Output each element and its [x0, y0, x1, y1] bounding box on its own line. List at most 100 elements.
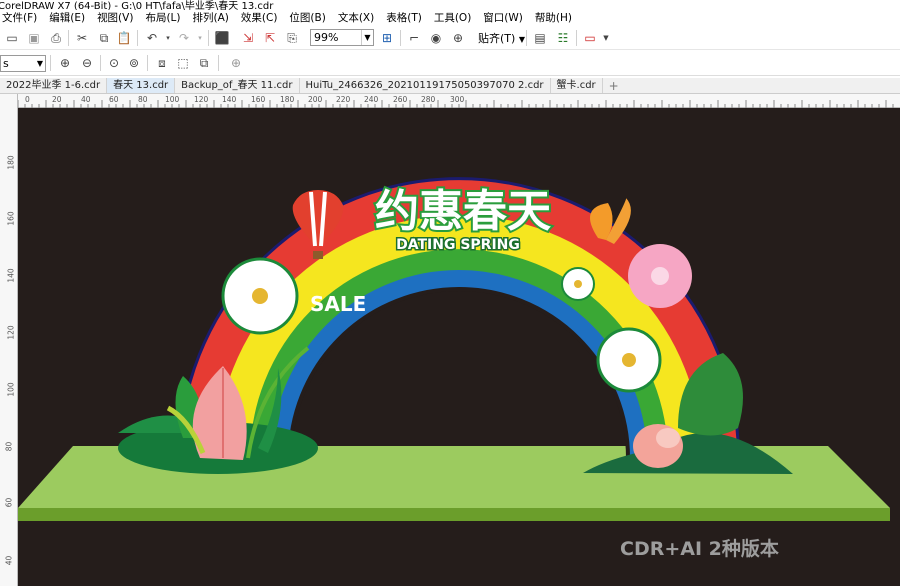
daisy-right — [596, 327, 662, 393]
menu-layout[interactable]: 布局(L) — [139, 10, 186, 26]
publish-pdf-icon[interactable]: ⎘ — [284, 30, 300, 46]
ruler-label: 100 — [6, 382, 16, 397]
page-size-value: s — [3, 57, 9, 70]
tab-backup-spring-11[interactable]: Backup_of_春天 11.cdr — [175, 78, 300, 93]
menu-tools[interactable]: 工具(O) — [428, 10, 477, 26]
document-tabs: 2022毕业季 1-6.cdr 春天 13.cdr Backup_of_春天 1… — [0, 78, 900, 94]
menu-window[interactable]: 窗口(W) — [477, 10, 529, 26]
menu-view[interactable]: 视图(V) — [91, 10, 139, 26]
undo-dropdown-icon[interactable]: ▾ — [160, 30, 176, 46]
undo-icon[interactable]: ↶ — [144, 30, 160, 46]
daisy-center — [252, 288, 268, 304]
toolbar-divider — [137, 30, 138, 46]
full-screen-preview-icon[interactable]: ⊞ — [379, 30, 395, 46]
horizontal-ruler-ticks — [18, 100, 894, 108]
toolbar-divider — [100, 55, 101, 71]
application-launcher-icon[interactable]: ▭ — [582, 30, 598, 46]
ground-edge — [18, 508, 890, 521]
show-rulers-icon[interactable]: ⌐ — [406, 30, 422, 46]
print-icon[interactable]: ⎙ — [48, 30, 64, 46]
property-bar: s ▼ ⊕ ⊖ ⊙ ⊚ ⧈ ⬚ ⧉ ⊕ — [0, 50, 900, 76]
zoom-level-select[interactable]: 99% ▼ — [310, 29, 374, 46]
chevron-down-icon[interactable]: ▼ — [598, 30, 614, 46]
open-icon[interactable]: ▭ — [4, 30, 20, 46]
sale-text: SALE — [310, 292, 366, 316]
ruler-label: 80 — [4, 441, 14, 452]
zoom-level-value: 99% — [314, 31, 339, 44]
zoom-to-all-objects-icon[interactable]: ⊚ — [126, 55, 142, 71]
tab-huitu[interactable]: HuiTu_2466326_20210119175050397070 2.cdr — [300, 78, 551, 93]
window-title: CorelDRAW X7 (64-Bit) - G:\0 HT\fafa\毕业季… — [0, 1, 274, 10]
copy-icon[interactable]: ⧉ — [96, 30, 112, 46]
zoom-to-selected-icon[interactable]: ⊙ — [106, 55, 122, 71]
cherry-blossom — [628, 244, 692, 308]
options-icon[interactable]: ☷ — [555, 30, 571, 46]
toolbar-divider — [50, 55, 51, 71]
show-grid-icon[interactable]: ◉ — [428, 30, 444, 46]
show-guidelines-icon[interactable]: ⊕ — [450, 30, 466, 46]
watermark-text: CDR+AI 2种版本 — [620, 538, 779, 560]
standard-toolbar: ▭ ▣ ⎙ ✂ ⧉ 📋 ↶ ▾ ↷ ▾ ⬛ ⇲ ⇱ ⎘ 99% ▼ ⊞ ⌐ ◉ … — [0, 26, 900, 50]
headline-text: 约惠春天 — [375, 186, 551, 237]
menu-bar: 文件(F) 编辑(E) 视图(V) 布局(L) 排列(A) 效果(C) 位图(B… — [0, 10, 900, 26]
chevron-down-icon: ▼ — [518, 35, 525, 44]
import-icon[interactable]: ⇲ — [240, 30, 256, 46]
vertical-ruler[interactable]: 180 160 140 120 100 80 60 40 — [0, 94, 18, 586]
ruler-label: 180 — [6, 155, 16, 170]
zoom-to-page-height-icon[interactable]: ⧉ — [196, 55, 212, 71]
tab-2022-graduation[interactable]: 2022毕业季 1-6.cdr — [0, 78, 108, 93]
welcome-screen-icon[interactable]: ▤ — [532, 30, 548, 46]
toolbar-divider — [526, 30, 527, 46]
chevron-down-icon: ▼ — [36, 59, 43, 68]
menu-text[interactable]: 文本(X) — [332, 10, 380, 26]
toolbar-divider — [576, 30, 577, 46]
menu-effects[interactable]: 效果(C) — [235, 10, 284, 26]
tab-spring-13[interactable]: 春天 13.cdr — [107, 78, 176, 93]
ruler-label: 120 — [6, 325, 16, 340]
ruler-label: 160 — [6, 211, 16, 226]
daisy-center — [622, 353, 636, 367]
redo-dropdown-icon[interactable]: ▾ — [192, 30, 208, 46]
menu-table[interactable]: 表格(T) — [380, 10, 428, 26]
toolbar-divider — [147, 55, 148, 71]
window-title-bar: CorelDRAW X7 (64-Bit) - G:\0 HT\fafa\毕业季… — [0, 0, 900, 10]
snap-to-dropdown[interactable]: 贴齐(T) ▼ — [478, 30, 525, 46]
daisy-center — [574, 280, 582, 288]
chevron-down-icon: ▼ — [361, 30, 373, 45]
paste-icon[interactable]: 📋 — [116, 30, 132, 46]
menu-bitmaps[interactable]: 位图(B) — [283, 10, 331, 26]
new-tab-button[interactable]: + — [603, 78, 625, 93]
toolbar-divider — [208, 30, 209, 46]
daisy-large-left — [221, 257, 299, 335]
snap-to-label: 贴齐(T) — [478, 32, 516, 45]
ruler-label: 140 — [6, 268, 16, 283]
toolbar-divider — [400, 30, 401, 46]
artwork: 约惠春天 DATING SPRING SALE — [18, 177, 890, 521]
search-content-icon[interactable]: ⬛ — [214, 30, 230, 46]
balloon-basket — [313, 251, 323, 259]
add-plus-icon[interactable]: ⊕ — [228, 55, 244, 71]
menu-edit[interactable]: 编辑(E) — [43, 10, 91, 26]
tab-crab-card[interactable]: 蟹卡.cdr — [551, 78, 603, 93]
zoom-to-page-icon[interactable]: ⧈ — [154, 55, 170, 71]
peach-highlight — [656, 428, 680, 448]
menu-arrange[interactable]: 排列(A) — [187, 10, 235, 26]
subheadline-text: DATING SPRING — [396, 237, 520, 253]
export-icon[interactable]: ⇱ — [262, 30, 278, 46]
redo-icon[interactable]: ↷ — [176, 30, 192, 46]
cut-icon[interactable]: ✂ — [74, 30, 90, 46]
save-icon[interactable]: ▣ — [26, 30, 42, 46]
ruler-label: 40 — [4, 555, 14, 566]
blossom-center — [651, 267, 669, 285]
daisy-small — [561, 267, 595, 301]
toolbar-divider — [68, 30, 69, 46]
toolbar-divider — [218, 55, 219, 71]
ruler-label: 60 — [4, 497, 14, 508]
menu-help[interactable]: 帮助(H) — [529, 10, 578, 26]
zoom-out-icon[interactable]: ⊖ — [79, 55, 95, 71]
drawing-canvas[interactable]: 约惠春天 DATING SPRING SALE — [18, 108, 900, 586]
page-size-select[interactable]: s ▼ — [0, 55, 46, 72]
zoom-to-page-width-icon[interactable]: ⬚ — [175, 55, 191, 71]
zoom-in-icon[interactable]: ⊕ — [57, 55, 73, 71]
menu-file[interactable]: 文件(F) — [0, 10, 43, 26]
